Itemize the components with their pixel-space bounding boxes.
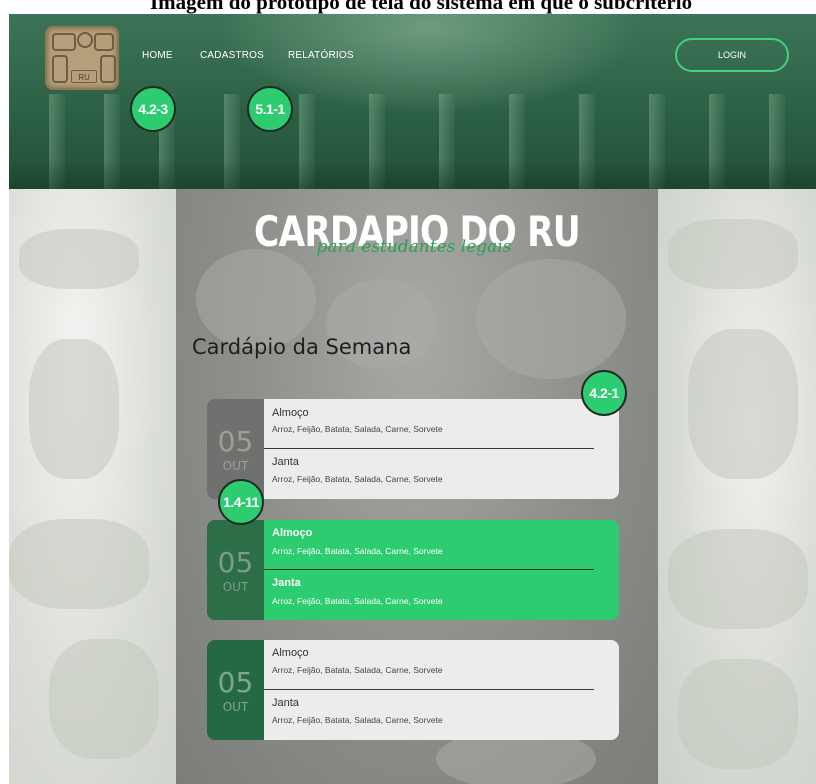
lunch-label: Almoço bbox=[272, 647, 309, 659]
vegetable-background-left bbox=[9, 189, 176, 784]
lunch-items: Arroz, Feijão, Batata, Salada, Carne, So… bbox=[272, 424, 443, 434]
meal-divider bbox=[264, 689, 594, 690]
dinner-label: Janta bbox=[272, 456, 299, 468]
meal-divider bbox=[264, 448, 594, 449]
nav-home[interactable]: HOME bbox=[142, 48, 173, 64]
annotation-badge-card2: 1.4-11 bbox=[218, 479, 264, 525]
brand-tagline: para estudantes legais bbox=[316, 237, 512, 257]
dinner-label: Janta bbox=[272, 577, 301, 589]
menu-card-body: Almoço Arroz, Feijão, Batata, Salada, Ca… bbox=[264, 399, 619, 499]
menu-card[interactable]: 05 OUT Almoço Arroz, Feijão, Batata, Sal… bbox=[207, 640, 619, 740]
menu-card-date: 05 OUT bbox=[207, 520, 264, 620]
menu-card-day: 05 bbox=[217, 666, 254, 699]
menu-card-body: Almoço Arroz, Feijão, Batata, Salada, Ca… bbox=[264, 640, 619, 740]
menu-card-day: 05 bbox=[217, 546, 254, 579]
annotation-badge-card1: 4.2-1 bbox=[581, 370, 627, 416]
dinner-label: Janta bbox=[272, 697, 299, 709]
menu-card-day: 05 bbox=[217, 425, 254, 458]
login-button[interactable]: LOGIN bbox=[675, 38, 789, 72]
lunch-label: Almoço bbox=[272, 527, 313, 539]
nav-cadastros[interactable]: CADASTROS bbox=[200, 48, 264, 64]
menu-card-month: OUT bbox=[222, 459, 249, 473]
annotation-badge-relatorios: 5.1-1 bbox=[247, 86, 293, 132]
ru-logo[interactable]: RU bbox=[45, 26, 119, 90]
menu-card[interactable]: 05 OUT Almoço Arroz, Feijão, Batata, Sal… bbox=[207, 399, 619, 499]
nav-relatorios[interactable]: RELATÓRIOS bbox=[288, 48, 354, 64]
menu-card-month: OUT bbox=[222, 700, 249, 714]
menu-card-selected[interactable]: 05 OUT Almoço Arroz, Feijão, Batata, Sal… bbox=[207, 520, 619, 620]
meal-divider bbox=[264, 569, 594, 570]
app-screen: RU HOME CADASTROS RELATÓRIOS LOGIN 4.2-3… bbox=[9, 14, 816, 784]
menu-card-body: Almoço Arroz, Feijão, Batata, Salada, Ca… bbox=[264, 520, 619, 620]
lunch-items: Arroz, Feijão, Batata, Salada, Carne, So… bbox=[272, 546, 443, 556]
vegetable-background-right bbox=[658, 189, 816, 784]
logo-label: RU bbox=[71, 70, 97, 83]
dinner-items: Arroz, Feijão, Batata, Salada, Carne, So… bbox=[272, 474, 443, 484]
dinner-items: Arroz, Feijão, Batata, Salada, Carne, So… bbox=[272, 596, 443, 606]
lunch-items: Arroz, Feijão, Batata, Salada, Carne, So… bbox=[272, 665, 443, 675]
menu-card-date: 05 OUT bbox=[207, 640, 264, 740]
annotation-badge-home: 4.2-3 bbox=[130, 86, 176, 132]
menu-card-month: OUT bbox=[222, 580, 249, 594]
section-title: Cardápio da Semana bbox=[192, 335, 412, 359]
lunch-label: Almoço bbox=[272, 407, 309, 419]
dinner-items: Arroz, Feijão, Batata, Salada, Carne, So… bbox=[272, 715, 443, 725]
